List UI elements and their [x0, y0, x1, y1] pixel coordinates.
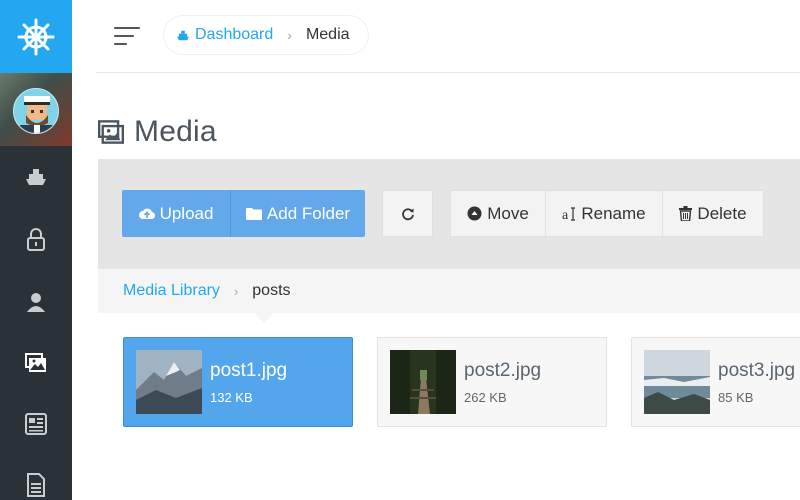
library-breadcrumb-current: posts	[252, 282, 291, 299]
breadcrumb: Dashboard › Media	[164, 16, 368, 54]
media-manager: Upload Add Folder Move a Rename Delete M…	[98, 159, 800, 500]
folder-icon	[245, 208, 262, 220]
file-thumbnail	[390, 350, 456, 414]
breadcrumb-current: Media	[305, 26, 350, 43]
file-item[interactable]: post2.jpg 262 KB	[377, 337, 607, 427]
file-name: post2.jpg	[464, 360, 542, 381]
menu-toggle-icon[interactable]	[114, 27, 140, 45]
media-library-link[interactable]: Media Library	[123, 282, 220, 300]
refresh-button[interactable]	[382, 190, 433, 237]
page-header: Media	[98, 110, 217, 154]
sidebar	[0, 0, 72, 500]
top-header: Dashboard › Media	[96, 0, 800, 73]
avatar-container[interactable]	[0, 73, 72, 146]
ship-wheel-icon	[17, 18, 55, 55]
images-icon	[25, 353, 46, 372]
ship-icon	[26, 169, 46, 185]
file-thumbnail	[644, 350, 710, 414]
upload-button[interactable]: Upload	[122, 190, 230, 237]
lock-icon	[27, 228, 45, 251]
library-breadcrumb: Media Library › posts	[98, 269, 800, 313]
add-folder-label: Add Folder	[266, 203, 351, 223]
file-item[interactable]: post1.jpg 132 KB	[123, 337, 353, 427]
avatar-image	[14, 89, 58, 133]
breadcrumb-dashboard-label[interactable]: Dashboard	[195, 26, 273, 44]
file-size: 85 KB	[718, 390, 754, 405]
sidebar-item-pages[interactable]	[0, 455, 72, 500]
delete-label: Delete	[697, 203, 747, 223]
sidebar-item-media[interactable]	[0, 333, 72, 393]
library-breadcrumb-separator: ›	[233, 283, 239, 299]
breadcrumb-separator: ›	[287, 27, 292, 43]
svg-text:a: a	[562, 208, 569, 222]
document-icon	[27, 473, 45, 497]
sidebar-item-users[interactable]	[0, 272, 72, 332]
move-label: Move	[487, 203, 529, 223]
sidebar-item-posts[interactable]	[0, 394, 72, 454]
file-name: post1.jpg	[210, 360, 288, 381]
file-item[interactable]: post3.jpg 85 KB	[631, 337, 800, 427]
file-size: 262 KB	[464, 390, 507, 405]
breadcrumb-dashboard-link[interactable]: Dashboard	[176, 26, 273, 44]
logo[interactable]	[0, 0, 72, 73]
add-folder-button[interactable]: Add Folder	[230, 190, 365, 237]
move-icon	[467, 206, 482, 221]
sidebar-item-security[interactable]	[0, 210, 72, 270]
trash-icon	[679, 206, 693, 221]
rename-label: Rename	[581, 203, 646, 223]
rename-button[interactable]: a Rename	[545, 190, 663, 237]
file-name: post3.jpg	[718, 360, 796, 381]
breadcrumb-caret	[254, 313, 274, 323]
upload-label: Upload	[159, 203, 214, 223]
ship-icon	[177, 30, 189, 40]
avatar[interactable]	[13, 88, 59, 134]
move-button[interactable]: Move	[450, 190, 546, 237]
user-icon	[27, 293, 45, 312]
images-icon	[98, 120, 124, 144]
newspaper-icon	[25, 413, 47, 435]
file-thumbnail	[136, 350, 202, 414]
file-size: 132 KB	[210, 390, 253, 405]
text-cursor-icon: a	[562, 206, 576, 222]
media-toolbar: Upload Add Folder Move a Rename Delete	[98, 159, 800, 269]
sidebar-item-ship[interactable]	[0, 147, 72, 207]
cloud-upload-icon	[138, 208, 155, 219]
delete-button[interactable]: Delete	[662, 190, 764, 237]
refresh-icon	[401, 207, 414, 220]
page-title: Media	[134, 115, 217, 148]
